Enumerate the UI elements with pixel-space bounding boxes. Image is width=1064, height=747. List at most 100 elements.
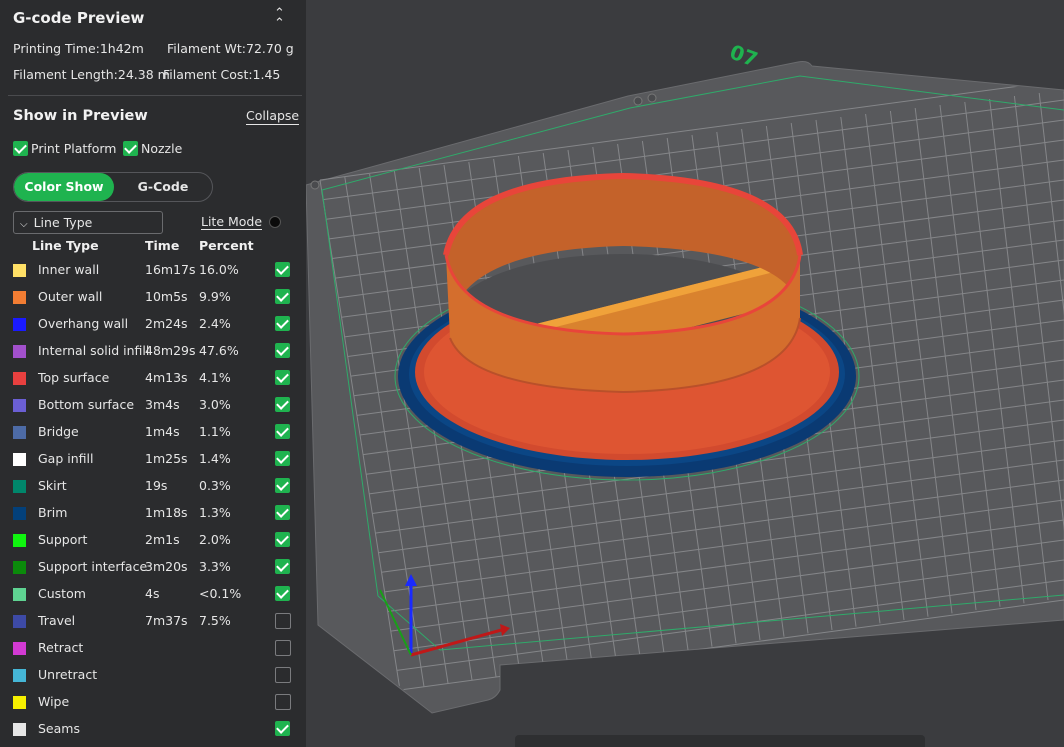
color-swatch bbox=[13, 264, 26, 277]
list-item[interactable]: Custom 4s <0.1% bbox=[0, 582, 306, 609]
plate-label: 07 bbox=[727, 40, 761, 72]
checkbox-unchecked-icon[interactable] bbox=[275, 613, 291, 629]
checkbox-unchecked-icon[interactable] bbox=[275, 640, 291, 656]
checkbox-checked-icon[interactable] bbox=[275, 397, 290, 412]
line-type-name: Internal solid infill bbox=[38, 343, 150, 358]
line-type-name: Brim bbox=[38, 505, 68, 520]
color-swatch bbox=[13, 480, 26, 493]
list-item[interactable]: Retract bbox=[0, 636, 306, 663]
checkbox-checked-icon[interactable] bbox=[275, 343, 290, 358]
checkbox-checked-icon[interactable] bbox=[123, 141, 138, 156]
lite-mode-toggle[interactable] bbox=[269, 216, 281, 228]
checkbox-checked-icon[interactable] bbox=[275, 451, 290, 466]
view-mode-toggle: Color Show G-Code bbox=[13, 172, 213, 202]
dropdown-selected: Line Type bbox=[33, 215, 93, 230]
line-type-name: Bridge bbox=[38, 424, 79, 439]
line-type-name: Retract bbox=[38, 640, 84, 655]
line-type-time: 1m25s bbox=[145, 451, 188, 466]
tab-gcode[interactable]: G-Code bbox=[114, 173, 212, 201]
checkbox-checked-icon[interactable] bbox=[13, 141, 28, 156]
screw-hole bbox=[647, 93, 657, 103]
line-type-dropdown[interactable]: ⌵ Line Type bbox=[13, 211, 163, 234]
divider bbox=[8, 95, 302, 96]
line-type-percent: 2.0% bbox=[199, 532, 231, 547]
line-type-time: 4m13s bbox=[145, 370, 188, 385]
checkbox-checked-icon[interactable] bbox=[275, 478, 290, 493]
checkbox-checked-icon[interactable] bbox=[275, 370, 290, 385]
panel-title: G-code Preview bbox=[13, 9, 145, 27]
col-header-line-type: Line Type bbox=[32, 238, 99, 253]
line-type-percent: 7.5% bbox=[199, 613, 231, 628]
filament-length: Filament Length:24.38 m bbox=[13, 67, 170, 82]
checkbox-checked-icon[interactable] bbox=[275, 559, 290, 574]
list-item[interactable]: Support interface 3m20s 3.3% bbox=[0, 555, 306, 582]
line-type-time: 19s bbox=[145, 478, 168, 493]
color-swatch bbox=[13, 669, 26, 682]
screw-hole bbox=[633, 96, 643, 106]
bottom-status-bar bbox=[515, 735, 925, 747]
line-type-name: Inner wall bbox=[38, 262, 100, 277]
checkbox-checked-icon[interactable] bbox=[275, 316, 290, 331]
color-swatch bbox=[13, 723, 26, 736]
line-type-name: Travel bbox=[38, 613, 76, 628]
line-type-percent: 16.0% bbox=[199, 262, 239, 277]
collapse-link[interactable]: Collapse bbox=[246, 108, 300, 125]
checkbox-checked-icon[interactable] bbox=[275, 532, 290, 547]
line-type-percent: 0.3% bbox=[199, 478, 231, 493]
list-item[interactable]: Overhang wall 2m24s 2.4% bbox=[0, 312, 306, 339]
color-swatch bbox=[13, 345, 26, 358]
list-item[interactable]: Unretract bbox=[0, 663, 306, 690]
checkbox-checked-icon[interactable] bbox=[275, 262, 290, 277]
chevron-up-icon[interactable]: ⌃ ⌃ bbox=[274, 7, 285, 30]
list-item[interactable]: Bottom surface 3m4s 3.0% bbox=[0, 393, 306, 420]
list-item[interactable]: Brim 1m18s 1.3% bbox=[0, 501, 306, 528]
checkbox-checked-icon[interactable] bbox=[275, 586, 290, 601]
line-type-name: Bottom surface bbox=[38, 397, 135, 412]
line-type-name: Skirt bbox=[38, 478, 67, 493]
nozzle-checkbox[interactable]: Nozzle bbox=[123, 140, 182, 156]
line-type-time: 48m29s bbox=[145, 343, 196, 358]
color-swatch bbox=[13, 372, 26, 385]
checkbox-checked-icon[interactable] bbox=[275, 289, 290, 304]
list-item[interactable]: Bridge 1m4s 1.1% bbox=[0, 420, 306, 447]
screw-hole bbox=[310, 180, 320, 190]
color-swatch bbox=[13, 318, 26, 331]
color-swatch bbox=[13, 642, 26, 655]
line-type-percent: 1.1% bbox=[199, 424, 231, 439]
checkbox-checked-icon[interactable] bbox=[275, 424, 290, 439]
line-type-name: Gap infill bbox=[38, 451, 94, 466]
print-platform-label: Print Platform bbox=[31, 141, 117, 156]
tab-color-show[interactable]: Color Show bbox=[14, 173, 114, 201]
checkbox-checked-icon[interactable] bbox=[275, 721, 290, 736]
print-platform-checkbox[interactable]: Print Platform bbox=[13, 140, 116, 156]
list-item[interactable]: Gap infill 1m25s 1.4% bbox=[0, 447, 306, 474]
list-item[interactable]: Wipe bbox=[0, 690, 306, 717]
line-type-name: Support bbox=[38, 532, 88, 547]
checkbox-unchecked-icon[interactable] bbox=[275, 694, 291, 710]
col-header-time: Time bbox=[145, 238, 180, 253]
line-type-time: 2m1s bbox=[145, 532, 180, 547]
chevron-down-icon: ⌵ bbox=[20, 219, 28, 230]
list-item[interactable]: Inner wall 16m17s 16.0% bbox=[0, 258, 306, 285]
line-type-name: Seams bbox=[38, 721, 80, 736]
line-type-percent: 3.0% bbox=[199, 397, 231, 412]
color-swatch bbox=[13, 426, 26, 439]
color-swatch bbox=[13, 507, 26, 520]
list-item[interactable]: Skirt 19s 0.3% bbox=[0, 474, 306, 501]
color-swatch bbox=[13, 696, 26, 709]
lite-mode-label[interactable]: Lite Mode bbox=[201, 214, 263, 230]
line-type-percent: 1.3% bbox=[199, 505, 231, 520]
list-item[interactable]: Outer wall 10m5s 9.9% bbox=[0, 285, 306, 312]
list-item[interactable]: Top surface 4m13s 4.1% bbox=[0, 366, 306, 393]
list-item[interactable]: Internal solid infill 48m29s 47.6% bbox=[0, 339, 306, 366]
line-type-name: Top surface bbox=[38, 370, 110, 385]
line-type-time: 10m5s bbox=[145, 289, 188, 304]
list-item[interactable]: Travel 7m37s 7.5% bbox=[0, 609, 306, 636]
line-type-time: 2m24s bbox=[145, 316, 188, 331]
checkbox-checked-icon[interactable] bbox=[275, 505, 290, 520]
line-type-percent: 4.1% bbox=[199, 370, 231, 385]
checkbox-unchecked-icon[interactable] bbox=[275, 667, 291, 683]
list-item[interactable]: Support 2m1s 2.0% bbox=[0, 528, 306, 555]
list-item[interactable]: Seams bbox=[0, 717, 306, 744]
filament-cost: Filament Cost:1.45 bbox=[163, 67, 281, 82]
